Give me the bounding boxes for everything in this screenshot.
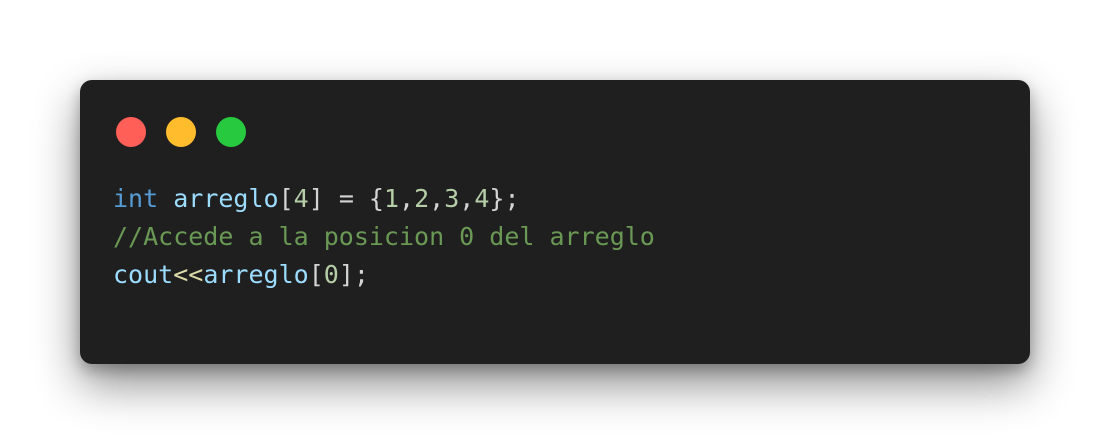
comma: , <box>399 184 415 213</box>
close-bracket: ] <box>338 260 354 289</box>
close-bracket: ] <box>308 184 324 213</box>
open-bracket: [ <box>308 260 324 289</box>
minimize-dot-icon[interactable] <box>166 117 196 147</box>
identifier-arreglo: arreglo <box>203 260 309 289</box>
array-size: 4 <box>293 184 309 213</box>
code-line-3: cout<<arreglo[0]; <box>113 256 655 294</box>
window-controls <box>116 117 246 147</box>
stream-operator: << <box>173 260 204 289</box>
open-bracket: [ <box>278 184 294 213</box>
maximize-dot-icon[interactable] <box>216 117 246 147</box>
semicolon: ; <box>353 260 369 289</box>
code-line-2: //Accede a la posicion 0 del arreglo <box>113 218 655 256</box>
comma: , <box>429 184 445 213</box>
index-value: 0 <box>323 260 339 289</box>
canvas: int arreglo[4] = {1,2,3,4};//Accede a la… <box>0 0 1110 444</box>
identifier-cout: cout <box>113 260 174 289</box>
value-2: 2 <box>414 184 430 213</box>
value-3: 3 <box>444 184 460 213</box>
comment: //Accede a la posicion 0 del arreglo <box>113 222 655 251</box>
comma: , <box>459 184 475 213</box>
code-block: int arreglo[4] = {1,2,3,4};//Accede a la… <box>113 180 655 294</box>
code-line-1: int arreglo[4] = {1,2,3,4}; <box>113 180 655 218</box>
keyword-int: int <box>113 184 159 213</box>
code-window: int arreglo[4] = {1,2,3,4};//Accede a la… <box>80 80 1030 364</box>
value-4: 4 <box>474 184 490 213</box>
close-dot-icon[interactable] <box>116 117 146 147</box>
value-1: 1 <box>383 184 400 213</box>
close-brace-semicolon: }; <box>489 184 520 213</box>
assign-open-brace: = { <box>323 184 384 213</box>
identifier-arreglo: arreglo <box>173 184 279 213</box>
